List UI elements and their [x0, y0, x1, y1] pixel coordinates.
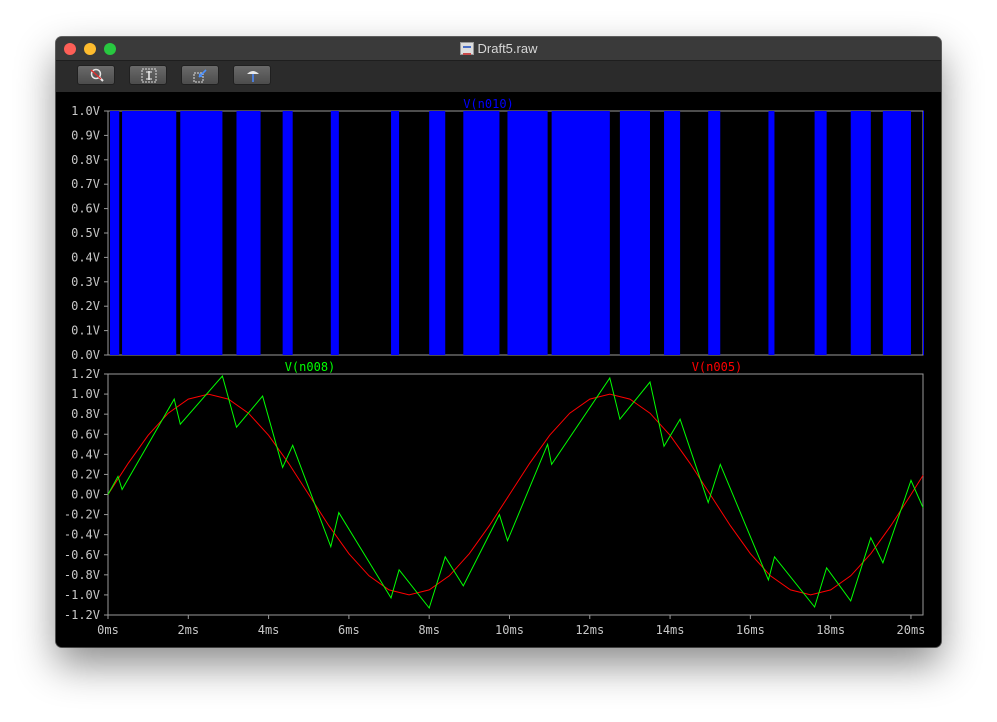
zoom-back-icon — [193, 69, 207, 83]
x-tick-label: 20ms — [897, 623, 926, 637]
x-tick-label: 2ms — [177, 623, 199, 637]
x-tick-label: 6ms — [338, 623, 360, 637]
y-tick-label: 0.2V — [71, 299, 100, 313]
autorange-icon — [141, 68, 157, 83]
y-tick-label: 0.0V — [71, 488, 100, 502]
analog-pane[interactable]: -1.2V -1.0V -0.8V -0.6V -0.4V -0.2V 0.0V 0.2V 0.… — [64, 360, 926, 637]
y-tick-label: -0.6V — [64, 548, 100, 562]
y-tick-label: 0.1V — [71, 324, 100, 338]
signal-high-bar — [850, 111, 871, 355]
digital-pane[interactable]: 0.0V 0.1V 0.2V 0.3V 0.4V 0.5V 0.6V 0.7V 0.8V 0.9V… — [71, 97, 924, 362]
signal-high-bar — [236, 111, 261, 355]
y-tick-label: 1.0V — [71, 104, 100, 118]
plot-frame — [107, 373, 924, 616]
y-tick-label: 0.8V — [71, 153, 100, 167]
signal-high-bar — [664, 111, 681, 355]
trace-vn008 — [107, 374, 924, 610]
y-tick-label: 0.2V — [71, 467, 100, 481]
zoom-back-button[interactable] — [181, 65, 219, 85]
signal-high-bar — [391, 111, 400, 355]
y-tick-label: 0.5V — [71, 226, 100, 240]
x-tick-label: 0ms — [97, 623, 119, 637]
y-tick-label: -0.4V — [64, 528, 100, 542]
y-tick-label: -0.8V — [64, 568, 100, 582]
y-tick-label: 1.2V — [71, 367, 100, 381]
y-tick-label: 0.6V — [71, 202, 100, 216]
x-tick-label: 12ms — [575, 623, 604, 637]
signal-high-bar — [768, 111, 775, 355]
y-tick-label: 0.8V — [71, 407, 100, 421]
y-tick-label: 0.3V — [71, 275, 100, 289]
x-tick-label: 18ms — [816, 623, 845, 637]
signal-high-bar — [882, 111, 911, 355]
signal-high-bar — [463, 111, 500, 355]
y-tick-label: -0.2V — [64, 508, 100, 522]
y-tick-label: -1.0V — [64, 588, 100, 602]
title-bar[interactable]: Draft5.raw — [56, 37, 941, 61]
signal-high-bar — [122, 111, 177, 355]
signal-high-bar — [429, 111, 446, 355]
x-tick-label: 16ms — [736, 623, 765, 637]
y-tick-label: 1.0V — [71, 387, 100, 401]
trace-label-n008: V(n008) — [285, 360, 336, 374]
x-tick-label: 14ms — [656, 623, 685, 637]
y-tick-label: 0.4V — [71, 447, 100, 461]
probe-button[interactable] — [233, 65, 271, 85]
trace-vn005 — [107, 393, 924, 596]
toolbar — [56, 61, 941, 92]
x-tick-label: 4ms — [258, 623, 280, 637]
signal-high-bar — [180, 111, 223, 355]
y-tick-label: 0.7V — [71, 177, 100, 191]
signal-high-bar — [551, 111, 610, 355]
y-tick-label: -1.2V — [64, 608, 100, 622]
x-tick-label: 10ms — [495, 623, 524, 637]
signal-high-bar — [330, 111, 339, 355]
y-tick-label: 0.9V — [71, 128, 100, 142]
trace-label-n010: V(n010) — [463, 97, 514, 111]
waveform-window: Draft5.raw 0.0V 0.1V 0.2V 0.3V 0.4V 0.5V… — [56, 37, 941, 647]
signal-high-bar — [110, 111, 120, 355]
y-tick-label: 0.0V — [71, 348, 100, 362]
signal-high-bar — [507, 111, 548, 355]
probe-icon — [247, 71, 259, 82]
signal-high-bar — [619, 111, 650, 355]
plot-area[interactable]: 0.0V 0.1V 0.2V 0.3V 0.4V 0.5V 0.6V 0.7V 0.8V 0.9V… — [56, 92, 941, 647]
signal-high-bar — [814, 111, 827, 355]
signal-high-bar — [282, 111, 293, 355]
window-title: Draft5.raw — [477, 41, 538, 56]
raw-file-icon — [459, 42, 474, 55]
zoom-icon — [90, 68, 104, 82]
y-tick-label: 0.6V — [71, 427, 100, 441]
y-tick-label: 0.4V — [71, 250, 100, 264]
signal-high-bar — [708, 111, 721, 355]
autorange-button[interactable] — [129, 65, 167, 85]
plots-svg[interactable]: 0.0V 0.1V 0.2V 0.3V 0.4V 0.5V 0.6V 0.7V 0.8V 0.9V… — [56, 92, 941, 647]
zoom-button[interactable] — [77, 65, 115, 85]
trace-label-n005: V(n005) — [692, 360, 743, 374]
signal-high-bar — [923, 111, 924, 355]
x-tick-label: 8ms — [418, 623, 440, 637]
